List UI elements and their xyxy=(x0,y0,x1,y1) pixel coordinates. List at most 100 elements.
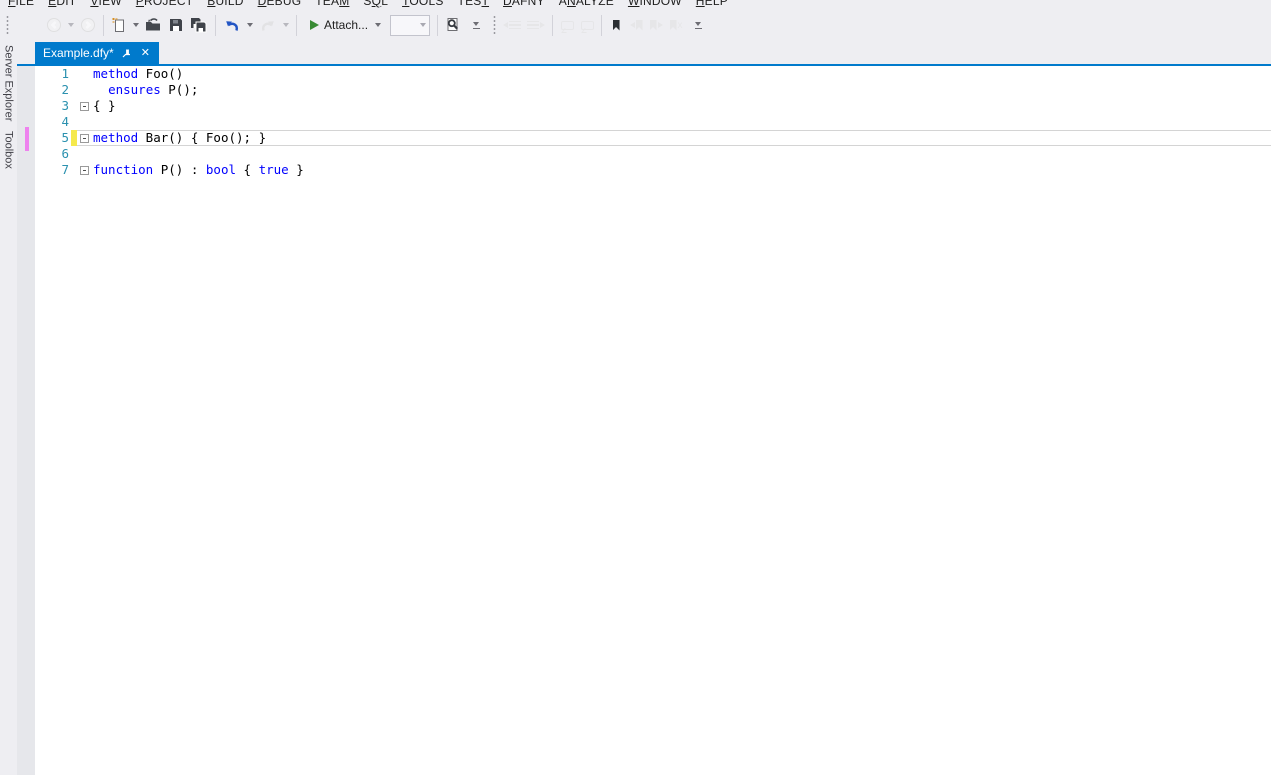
menu-item-dafny[interactable]: DAFNY xyxy=(496,0,552,8)
menu-item-build[interactable]: BUILD xyxy=(200,0,250,8)
overflow-chevron-icon xyxy=(695,21,702,26)
code-text: function P() : bool { true } xyxy=(93,162,304,177)
autohide-tab-server-explorer[interactable]: Server Explorer xyxy=(3,45,15,121)
overflow-bar xyxy=(472,27,480,29)
line-number: 6 xyxy=(61,146,69,161)
menu-item-debug[interactable]: DEBUG xyxy=(251,0,309,8)
code-line-4[interactable]: 4 xyxy=(35,114,1271,130)
redo-icon xyxy=(262,20,274,31)
toolbar-overflow-button[interactable] xyxy=(688,20,708,31)
visual-studio-window: FILE EDIT VIEW PROJECT BUILD DEBUG TEAM SQL TOOL… xyxy=(0,0,1271,775)
bookmark-icon xyxy=(669,19,677,31)
overflow-chevron-icon xyxy=(473,21,480,26)
new-file-dropdown[interactable] xyxy=(133,23,139,27)
toolbar-separator xyxy=(296,14,297,36)
indent-lines-icon xyxy=(527,20,540,30)
toolbar-overflow-button[interactable] xyxy=(466,20,486,31)
navigate-forward-button[interactable] xyxy=(77,14,99,36)
pin-icon[interactable] xyxy=(121,48,132,59)
code-text: { } xyxy=(93,98,116,113)
line-number: 2 xyxy=(61,82,69,97)
bookmark-icon xyxy=(612,19,620,31)
configuration-combobox[interactable] xyxy=(390,14,431,36)
undo-dropdown[interactable] xyxy=(247,23,253,27)
increase-indent-button[interactable] xyxy=(524,14,548,36)
menu-item-help[interactable]: HELP xyxy=(689,0,735,8)
attach-debugger-button[interactable]: Attach... xyxy=(301,14,387,36)
comment-bubble-icon xyxy=(560,20,574,30)
menu-item-window[interactable]: WINDOW xyxy=(621,0,689,8)
uncomment-lines-button[interactable] xyxy=(577,14,597,36)
navigate-back-dropdown[interactable] xyxy=(68,23,74,27)
menu-bar: FILE EDIT VIEW PROJECT BUILD DEBUG TEAM SQL TOOL… xyxy=(0,0,1271,8)
code-line-5[interactable]: 5 method Bar() { Foo(); } xyxy=(35,130,1271,146)
indent-left-icon xyxy=(503,22,509,28)
new-file-button[interactable] xyxy=(108,14,130,36)
code-editor[interactable]: 1 method Foo() 2 ensures P(); 3{ } 4 5 method … xyxy=(35,66,1271,775)
line-number: 1 xyxy=(61,66,69,81)
bookmark-icon xyxy=(635,19,643,31)
redo-button[interactable] xyxy=(256,14,280,36)
autohide-tab-toolbox[interactable]: Toolbox xyxy=(3,131,15,169)
code-text: method Foo() xyxy=(93,66,184,81)
open-file-icon xyxy=(146,18,160,31)
tab-row: Example.dfy* ✕ xyxy=(17,42,1271,64)
open-file-button[interactable] xyxy=(142,14,165,36)
navigate-forward-icon xyxy=(81,18,95,32)
toolbar-grip[interactable] xyxy=(5,15,10,35)
comment-lines-button[interactable] xyxy=(557,14,577,36)
fold-collapse-icon[interactable] xyxy=(80,101,89,111)
undo-icon xyxy=(226,20,238,31)
line-number: 7 xyxy=(61,162,69,177)
redo-dropdown[interactable] xyxy=(283,23,289,27)
overflow-bar xyxy=(694,27,702,29)
prev-arrow-icon xyxy=(629,22,635,28)
code-line-1[interactable]: 1 method Foo() xyxy=(35,66,1271,82)
save-button[interactable] xyxy=(165,14,187,36)
toggle-bookmark-button[interactable] xyxy=(606,14,626,36)
close-icon[interactable]: ✕ xyxy=(139,47,152,59)
next-bookmark-button[interactable] xyxy=(646,14,666,36)
menu-item-test[interactable]: TEST xyxy=(451,0,496,8)
attach-label: Attach... xyxy=(324,18,369,32)
fold-collapse-icon[interactable] xyxy=(80,133,89,143)
save-icon xyxy=(170,19,182,31)
code-line-3[interactable]: 3 { } xyxy=(35,98,1271,114)
navigate-back-button[interactable] xyxy=(43,14,65,36)
menu-item-team[interactable]: TEAM xyxy=(308,0,356,8)
menu-item-analyze[interactable]: ANALYZE xyxy=(552,0,621,8)
play-icon xyxy=(310,20,319,30)
toolbar: Attach... x xyxy=(0,8,1271,42)
document-area: Server Explorer Toolbox Example.dfy* ✕ 1 m… xyxy=(0,42,1271,775)
combo-dropdown-icon xyxy=(420,23,427,27)
menu-item-edit[interactable]: EDIT xyxy=(41,0,83,8)
save-all-button[interactable] xyxy=(187,14,211,36)
undo-button[interactable] xyxy=(220,14,244,36)
toolbar-separator xyxy=(552,14,554,36)
decrease-indent-button[interactable] xyxy=(500,14,524,36)
verification-progress-marker xyxy=(25,127,29,151)
menu-item-view[interactable]: VIEW xyxy=(83,0,128,8)
code-text: method Bar() { Foo(); } xyxy=(93,130,267,145)
save-all-icon xyxy=(191,18,207,33)
tab-example-dfy[interactable]: Example.dfy* ✕ xyxy=(35,42,159,64)
menu-item-project[interactable]: PROJECT xyxy=(129,0,200,8)
code-line-7[interactable]: 7 function P() : bool { true } xyxy=(35,162,1271,178)
menu-item-tools[interactable]: TOOLS xyxy=(395,0,450,8)
line-number: 5 xyxy=(61,130,69,145)
navigate-back-icon xyxy=(47,18,61,32)
find-in-files-button[interactable] xyxy=(442,14,464,36)
editor-group: Example.dfy* ✕ 1 method Foo() 2 ensures P(… xyxy=(17,42,1271,775)
code-line-2[interactable]: 2 ensures P(); xyxy=(35,82,1271,98)
toolbar-grip[interactable] xyxy=(492,15,498,35)
uncomment-bubble-icon xyxy=(580,20,594,30)
clear-bookmarks-button[interactable]: x xyxy=(666,14,686,36)
toolbar-separator xyxy=(215,14,216,36)
fold-collapse-icon[interactable] xyxy=(80,165,89,175)
menu-item-sql[interactable]: SQL xyxy=(356,0,395,8)
previous-bookmark-button[interactable] xyxy=(626,14,646,36)
indent-lines-icon xyxy=(509,20,522,30)
next-arrow-icon xyxy=(657,22,663,28)
menu-item-file[interactable]: FILE xyxy=(1,0,41,8)
code-line-6[interactable]: 6 xyxy=(35,146,1271,162)
